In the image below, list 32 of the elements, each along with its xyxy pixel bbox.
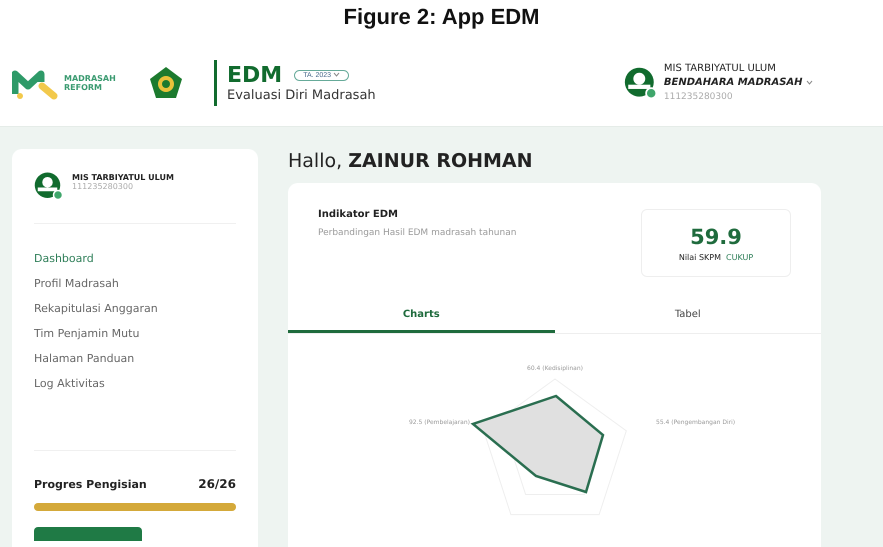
user-role[interactable]: BENDAHARA MADRASAH [664,76,813,90]
app-subtitle: Evaluasi Diri Madrasah [227,88,376,102]
score-label: Nilai SKPM [678,252,721,262]
sidebar-item[interactable]: Profil Madrasah [34,277,236,290]
avatar-icon [34,171,64,201]
chevron-icon [806,80,813,85]
greeting: Hallo, ZAINUR ROHMAN [288,149,534,173]
school-id: 111235280300 [72,182,134,191]
card-subtitle: Perbandingan Hasil EDM madrasah tahunan [318,228,516,238]
chevron-icon [333,72,340,77]
tab[interactable]: Tabel [554,301,821,333]
score-value: 59.9 [690,224,742,248]
action-button[interactable] [34,527,142,541]
emblem-icon [148,65,184,101]
figure-caption: Figure 2: App EDM [342,3,540,31]
avatar-icon [624,66,658,100]
progress-label: Progres Pengisian [34,478,147,490]
logo-text: REFORM [64,83,104,92]
sidebar-item[interactable]: Rekapitulasi Anggaran [34,302,236,315]
app-name: EDM [227,64,282,88]
logo-text: MADRASAH [64,74,116,83]
card-title: Indikator EDM [318,209,399,220]
school-name: MIS TARBIYATUL ULUM [664,62,777,76]
progress-count: 26/26 [198,477,236,491]
sidebar-item[interactable]: Log Aktivitas [34,377,236,390]
sidebar-item[interactable]: Halaman Panduan [34,352,236,365]
tab[interactable]: Charts [288,301,554,333]
school-id: 111235280300 [664,91,734,104]
school-name: MIS TARBIYATUL ULUM [72,173,174,182]
sidebar-item[interactable]: Tim Penjamin Mutu [34,327,236,340]
score-grade: CUKUP [726,252,754,262]
sidebar-item[interactable]: Dashboard [34,252,236,265]
